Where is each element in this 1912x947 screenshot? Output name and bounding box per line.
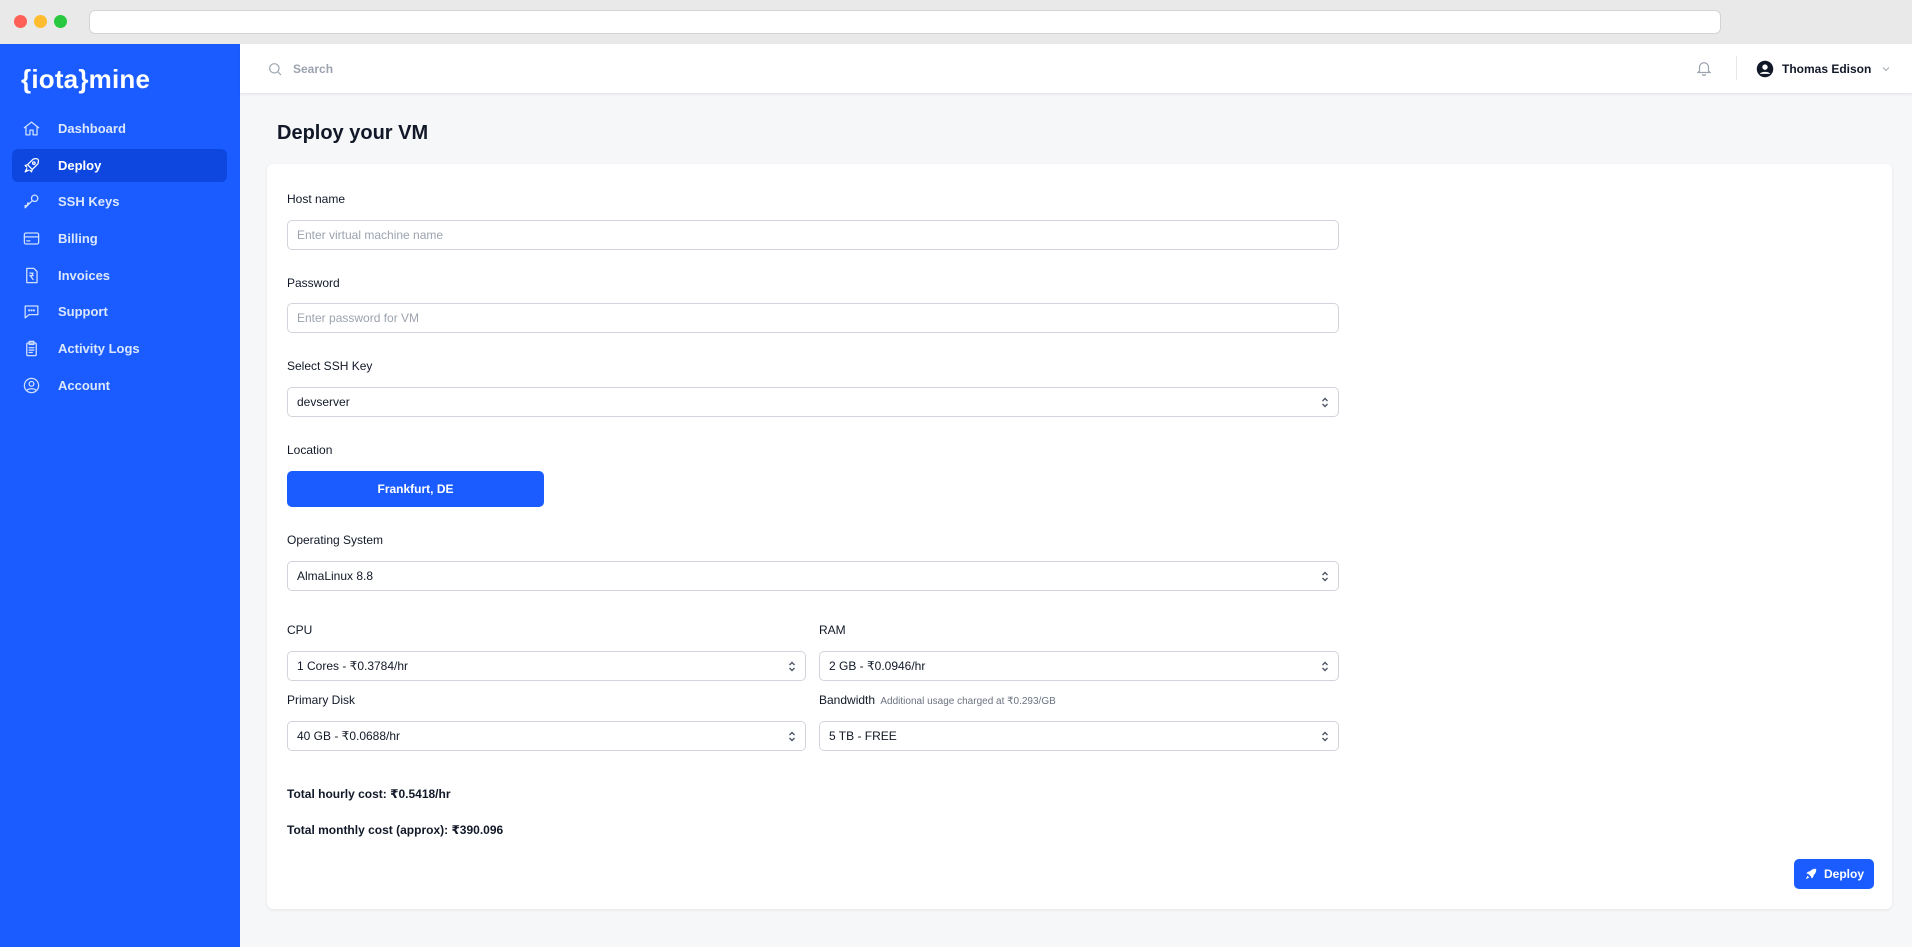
select-arrows-icon — [1321, 571, 1329, 582]
sidebar-item-label: Billing — [58, 231, 98, 247]
os-label: Operating System — [287, 533, 384, 547]
user-menu[interactable]: Thomas Edison — [1756, 56, 1892, 82]
sidebar-item-label: Invoices — [58, 267, 111, 283]
deploy-form-card: Host name Password Select SSH Key devser… — [267, 164, 1892, 909]
password-label: Password — [287, 276, 340, 290]
location-label: Location — [287, 443, 333, 457]
cpu-value: 1 Cores - ₹0.3784/hr — [297, 659, 409, 673]
password-input[interactable] — [287, 303, 1339, 333]
key-icon — [21, 192, 41, 212]
sidebar-item-label: Account — [58, 377, 110, 393]
deploy-button-label: Deploy — [1823, 867, 1864, 881]
sidebar-nav: Dashboard Deploy SSH Keys Billing Invoic… — [12, 112, 227, 406]
chat-bubble-icon — [21, 302, 41, 322]
user-circle-icon — [21, 375, 41, 395]
select-arrows-icon — [1321, 661, 1329, 672]
ram-label: RAM — [819, 623, 846, 637]
sidebar-item-activity-logs[interactable]: Activity Logs — [12, 332, 227, 365]
notifications-bell-icon[interactable] — [1695, 59, 1715, 79]
bandwidth-note: Additional usage charged at ₹0.293/GB — [880, 696, 1056, 707]
hostname-input[interactable] — [287, 220, 1339, 250]
top-bar: Thomas Edison — [240, 44, 1912, 94]
page-title: Deploy your VM — [277, 122, 429, 144]
sidebar-item-label: Dashboard — [58, 121, 126, 136]
sidebar-item-account[interactable]: Account — [12, 369, 227, 402]
select-arrows-icon — [788, 661, 796, 672]
deploy-button[interactable]: Deploy — [1794, 859, 1874, 889]
window-close-button[interactable] — [14, 15, 27, 28]
ram-value: 2 GB - ₹0.0946/hr — [829, 659, 926, 673]
chevron-down-icon — [1880, 63, 1892, 75]
sidebar-item-invoices[interactable]: Invoices — [12, 259, 227, 292]
search-icon — [267, 61, 283, 77]
user-avatar-icon — [1756, 60, 1774, 78]
hostname-label: Host name — [287, 192, 346, 206]
user-name: Thomas Edison — [1782, 62, 1872, 76]
window-maximize-button[interactable] — [54, 15, 67, 28]
topbar-divider — [1736, 56, 1737, 80]
disk-label: Primary Disk — [287, 693, 355, 707]
credit-card-icon — [21, 229, 41, 249]
sidebar-item-label: Activity Logs — [58, 341, 140, 357]
search-input[interactable] — [293, 57, 693, 81]
main-content: Thomas Edison Deploy your VM Host name P… — [240, 44, 1912, 947]
window-minimize-button[interactable] — [34, 15, 47, 28]
select-arrows-icon — [1321, 397, 1329, 408]
bandwidth-label: Bandwidth — [819, 693, 876, 707]
receipt-icon — [21, 265, 41, 285]
clipboard-icon — [21, 339, 41, 359]
sidebar-item-deploy[interactable]: Deploy — [12, 148, 227, 182]
select-arrows-icon — [1321, 731, 1329, 742]
sidebar: {iota}mine Dashboard Deploy SSH Keys Bil… — [0, 44, 240, 947]
home-icon — [21, 119, 41, 139]
ssh-key-label: Select SSH Key — [287, 359, 373, 373]
bandwidth-value: 5 TB - FREE — [829, 729, 897, 743]
rocket-icon — [21, 155, 41, 175]
sidebar-item-label: Deploy — [58, 157, 102, 173]
sidebar-item-support[interactable]: Support — [12, 295, 227, 328]
sidebar-item-label: Support — [58, 304, 108, 320]
cpu-select[interactable]: 1 Cores - ₹0.3784/hr — [287, 651, 806, 681]
select-arrows-icon — [788, 731, 796, 742]
cpu-label: CPU — [287, 623, 313, 637]
disk-select[interactable]: 40 GB - ₹0.0688/hr — [287, 721, 806, 751]
sidebar-item-label: SSH Keys — [58, 194, 120, 210]
sidebar-item-billing[interactable]: Billing — [12, 222, 227, 255]
ssh-key-value: devserver — [297, 395, 350, 409]
ssh-key-select[interactable]: devserver — [287, 387, 1339, 417]
total-monthly-cost: Total monthly cost (approx): ₹390.096 — [287, 823, 504, 837]
os-select[interactable]: AlmaLinux 8.8 — [287, 561, 1339, 591]
total-hourly-cost: Total hourly cost: ₹0.5418/hr — [287, 787, 451, 801]
os-value: AlmaLinux 8.8 — [297, 569, 374, 583]
sidebar-item-ssh-keys[interactable]: SSH Keys — [12, 185, 227, 218]
ram-select[interactable]: 2 GB - ₹0.0946/hr — [819, 651, 1339, 681]
browser-chrome — [0, 0, 1912, 44]
sidebar-item-dashboard[interactable]: Dashboard — [12, 112, 227, 145]
bandwidth-select[interactable]: 5 TB - FREE — [819, 721, 1339, 751]
rocket-icon — [1804, 867, 1818, 881]
bandwidth-label-group: Bandwidth Additional usage charged at ₹0… — [819, 693, 1056, 707]
brand-logo[interactable]: {iota}mine — [21, 64, 150, 95]
disk-value: 40 GB - ₹0.0688/hr — [297, 729, 401, 743]
address-bar[interactable] — [89, 10, 1721, 34]
location-frankfurt-button[interactable]: Frankfurt, DE — [287, 471, 544, 507]
